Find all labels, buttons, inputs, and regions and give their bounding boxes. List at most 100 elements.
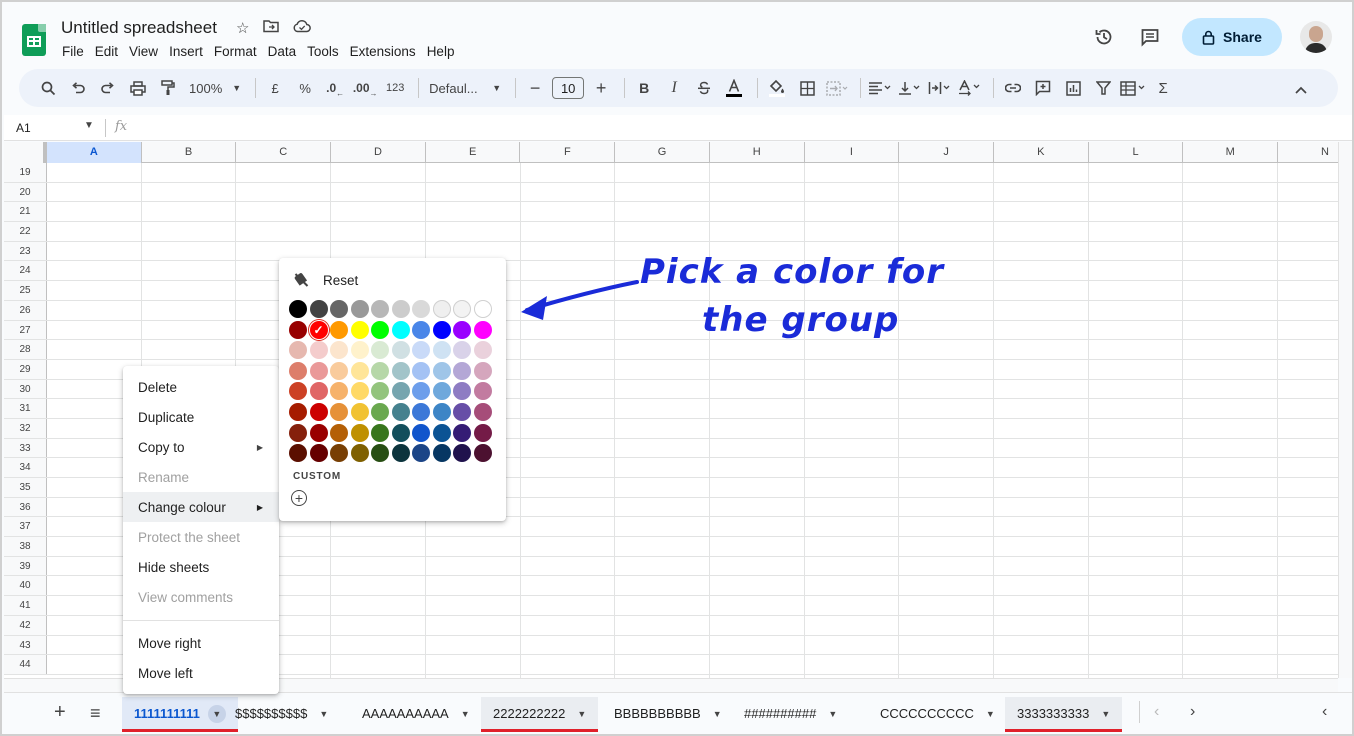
colour-swatch[interactable]: [391, 382, 410, 401]
menu-item-hide-sheets[interactable]: Hide sheets: [123, 552, 279, 582]
reset-colour-button[interactable]: Reset: [293, 272, 358, 288]
colour-swatch[interactable]: [330, 341, 348, 360]
colour-swatch[interactable]: [330, 444, 348, 463]
horizontal-align-icon[interactable]: [867, 75, 893, 101]
menu-tools[interactable]: Tools: [307, 44, 339, 59]
more-formats-button[interactable]: 123: [382, 75, 408, 101]
chevron-down-icon[interactable]: ▼: [1101, 709, 1110, 719]
colour-swatch[interactable]: [473, 382, 492, 401]
colour-swatch[interactable]: [412, 320, 430, 339]
menu-format[interactable]: Format: [214, 44, 257, 59]
menu-item-delete[interactable]: Delete: [123, 372, 279, 402]
zoom-select[interactable]: 100% ▼: [185, 75, 245, 101]
colour-swatch[interactable]: [330, 320, 348, 339]
avatar[interactable]: [1300, 21, 1332, 53]
row-header[interactable]: 28: [4, 340, 47, 359]
sheet-tab[interactable]: 3333333333 ▼: [1005, 697, 1123, 732]
document-title[interactable]: Untitled spreadsheet: [61, 18, 217, 38]
menu-edit[interactable]: Edit: [95, 44, 118, 59]
colour-swatch[interactable]: [309, 423, 328, 442]
row-header[interactable]: 38: [4, 537, 47, 556]
colour-swatch[interactable]: [432, 382, 451, 401]
colour-swatch[interactable]: [453, 361, 471, 380]
row-header[interactable]: 40: [4, 576, 47, 596]
row-header[interactable]: 37: [4, 517, 47, 537]
colour-swatch[interactable]: [350, 320, 369, 339]
colour-swatch[interactable]: [412, 402, 430, 421]
sheet-tab[interactable]: CCCCCCCCCC ▼: [868, 697, 1007, 730]
colour-swatch[interactable]: [350, 423, 369, 442]
colour-swatch[interactable]: [391, 361, 410, 380]
colour-swatch[interactable]: [453, 444, 471, 463]
row-header[interactable]: 34: [4, 458, 47, 477]
colour-swatch[interactable]: [391, 320, 410, 339]
undo-icon[interactable]: [65, 75, 91, 101]
decrease-decimal-button[interactable]: .0 ←: [322, 75, 348, 101]
grid-row[interactable]: 21: [4, 202, 1338, 223]
column-header-j[interactable]: J: [899, 142, 994, 163]
colour-swatch[interactable]: [371, 341, 389, 360]
colour-swatch[interactable]: [289, 444, 307, 463]
colour-swatch[interactable]: [473, 300, 492, 318]
text-rotation-icon[interactable]: [957, 75, 983, 101]
print-icon[interactable]: [125, 75, 151, 101]
column-header-m[interactable]: M: [1183, 142, 1279, 163]
menu-data[interactable]: Data: [268, 44, 297, 59]
row-header[interactable]: 20: [4, 182, 47, 202]
paint-format-icon[interactable]: [155, 75, 181, 101]
colour-swatch[interactable]: [371, 444, 389, 463]
row-header[interactable]: 27: [4, 320, 47, 340]
colour-swatch[interactable]: [473, 423, 492, 442]
insert-link-icon[interactable]: [1000, 75, 1026, 101]
column-header-i[interactable]: I: [805, 142, 900, 163]
sheet-tab[interactable]: BBBBBBBBBB ▼: [602, 697, 734, 730]
colour-swatch[interactable]: [309, 320, 328, 339]
colour-swatch[interactable]: [289, 402, 307, 421]
colour-swatch[interactable]: [371, 402, 389, 421]
colour-swatch[interactable]: [473, 320, 492, 339]
menu-item-duplicate[interactable]: Duplicate: [123, 402, 279, 432]
row-header[interactable]: 24: [4, 261, 47, 281]
sheet-tab[interactable]: ########## ▼: [732, 697, 849, 730]
font-size-input[interactable]: 10: [552, 77, 585, 99]
column-header-g[interactable]: G: [615, 142, 710, 163]
bold-button[interactable]: B: [631, 75, 657, 101]
colour-swatch[interactable]: [350, 361, 369, 380]
fill-color-icon[interactable]: [764, 75, 790, 101]
colour-swatch[interactable]: [371, 382, 389, 401]
row-header[interactable]: 29: [4, 359, 47, 379]
redo-icon[interactable]: [95, 75, 121, 101]
colour-swatch[interactable]: [473, 361, 492, 380]
colour-swatch[interactable]: [350, 444, 369, 463]
colour-swatch[interactable]: [391, 423, 410, 442]
sheets-logo-icon[interactable]: [22, 24, 46, 56]
percent-format-button[interactable]: %: [292, 75, 318, 101]
colour-swatch[interactable]: [391, 402, 410, 421]
colour-swatch[interactable]: [412, 341, 430, 360]
vertical-align-icon[interactable]: [897, 75, 923, 101]
colour-swatch[interactable]: [412, 382, 430, 401]
colour-swatch[interactable]: [473, 402, 492, 421]
menu-item-move-right[interactable]: Move right: [123, 628, 279, 658]
row-header[interactable]: 30: [4, 379, 47, 399]
chevron-down-icon[interactable]: ▼: [461, 709, 470, 719]
menu-item-change-colour[interactable]: Change colour ▶: [123, 492, 279, 522]
row-header[interactable]: 31: [4, 399, 47, 418]
colour-swatch[interactable]: [309, 444, 328, 463]
chevron-down-icon[interactable]: ▼: [713, 709, 722, 719]
sheet-tab[interactable]: $$$$$$$$$$ ▼: [223, 697, 340, 730]
insert-comment-icon[interactable]: [1030, 75, 1056, 101]
colour-swatch[interactable]: [309, 361, 328, 380]
colour-swatch[interactable]: [412, 361, 430, 380]
colour-swatch[interactable]: [350, 300, 369, 318]
colour-swatch[interactable]: [330, 402, 348, 421]
merge-cells-icon[interactable]: [824, 75, 850, 101]
colour-swatch[interactable]: [453, 320, 471, 339]
column-header-l[interactable]: L: [1089, 142, 1184, 163]
select-all-corner[interactable]: [4, 142, 47, 163]
colour-swatch[interactable]: [350, 402, 369, 421]
collapse-toolbar-icon[interactable]: [1288, 77, 1314, 103]
row-header[interactable]: 33: [4, 438, 47, 458]
filter-views-icon[interactable]: [1120, 75, 1146, 101]
colour-swatch[interactable]: [453, 300, 471, 318]
